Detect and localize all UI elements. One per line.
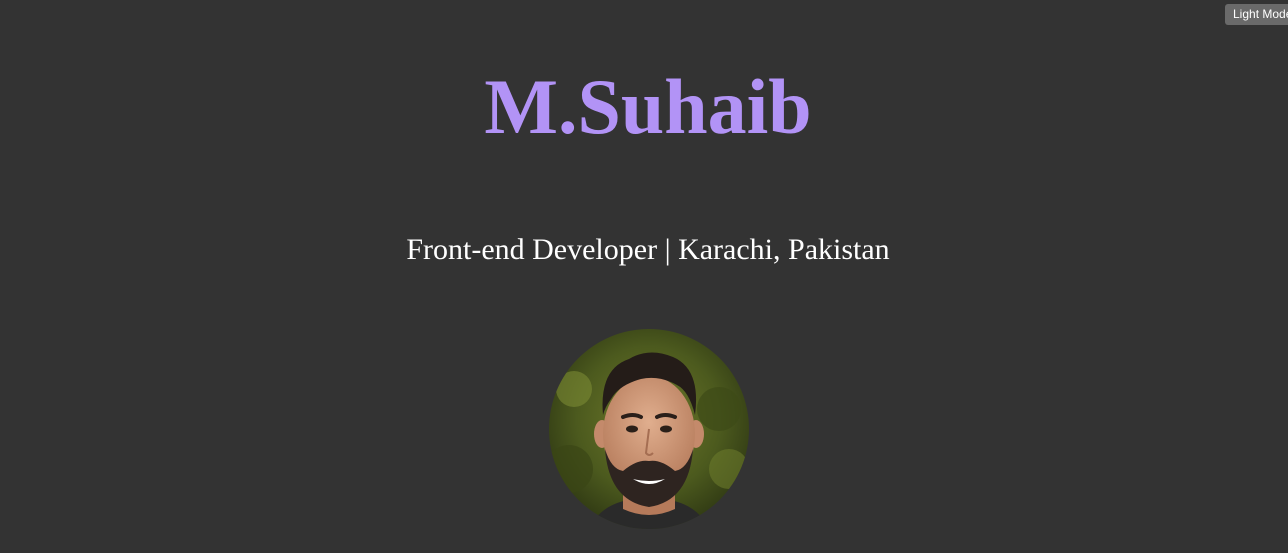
light-mode-toggle-button[interactable]: Light Mode — [1225, 4, 1288, 25]
tagline: Front-end Developer | Karachi, Pakistan — [406, 233, 890, 266]
page-title: M.Suhaib — [484, 63, 812, 150]
profile-photo-icon — [549, 329, 749, 529]
avatar — [549, 329, 749, 529]
